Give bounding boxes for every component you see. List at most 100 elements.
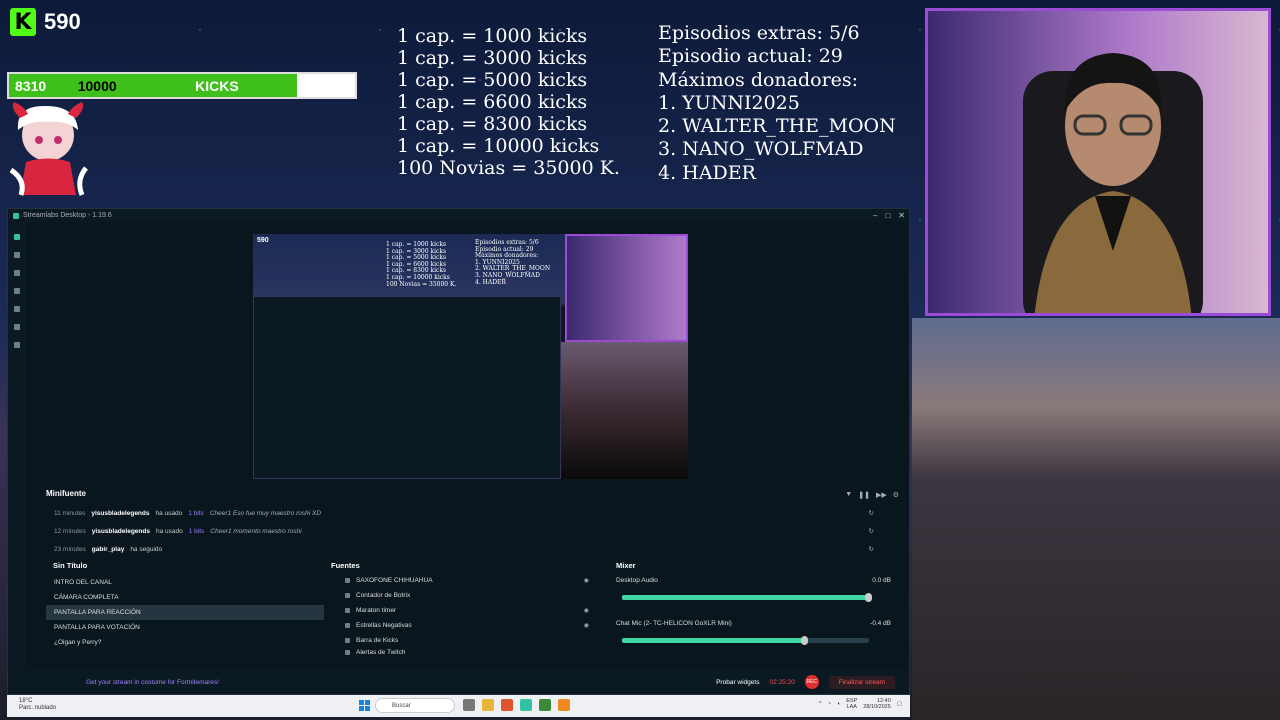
preview-rates: 1 cap. = 1000 kicks 1 cap. = 3000 kicks … xyxy=(386,241,456,288)
source-label: Estrellas Negativas xyxy=(356,622,412,629)
settings-icon[interactable]: ⚙ xyxy=(893,491,899,499)
rate-line: 1 cap. = 10000 kicks xyxy=(397,135,600,157)
replay-icon[interactable]: ↻ xyxy=(869,527,874,535)
kick-rates-list: 1 cap. = 1000 kicks 1 cap. = 3000 kicks … xyxy=(397,25,620,179)
scene-item[interactable]: CÁMARA COMPLETA xyxy=(46,590,324,605)
source-icon xyxy=(345,578,350,583)
close-icon[interactable]: ✕ xyxy=(898,211,905,220)
wifi-icon[interactable]: ◔ xyxy=(828,701,831,707)
feed-message: Cheer1 momento maestro roshi xyxy=(210,527,302,535)
pause-icon[interactable]: ❚❚ xyxy=(858,491,870,499)
feed-message: Cheer1 Eso fue muy maestro roshi XD xyxy=(209,509,322,517)
webcam-frame xyxy=(925,8,1271,316)
stream-timer: 02:25:20 xyxy=(769,678,795,686)
volume-icon[interactable]: ◖ xyxy=(837,701,840,707)
layout-icon[interactable] xyxy=(14,270,20,276)
source-item[interactable]: Maraton timer ◉ xyxy=(335,603,605,618)
volume-knob[interactable] xyxy=(865,593,872,602)
end-stream-button[interactable]: Finalizar stream xyxy=(828,675,895,689)
filter-icon[interactable]: ▼ xyxy=(845,491,852,499)
test-widgets-button[interactable]: Probar widgets xyxy=(716,679,759,686)
source-item[interactable]: SAXOFONE CHIHUAHUA ◉ xyxy=(335,573,605,588)
studio-mode-icon[interactable] xyxy=(14,252,20,258)
scene-item[interactable]: INTRO DEL CANAL xyxy=(46,575,324,590)
rate-line: 1 cap. = 5000 kicks xyxy=(397,69,588,91)
kicks-current: 8310 xyxy=(15,77,47,94)
tray-chevron-icon[interactable]: ^ xyxy=(819,701,822,707)
source-item[interactable]: Barra de Kicks xyxy=(335,633,605,648)
scene-item-selected[interactable]: PANTALLA PARA REACCIÓN xyxy=(46,605,324,620)
status-bar: Get your stream in costume for Fortnitem… xyxy=(26,670,909,694)
rate-line: 100 Novias = 35000 K. xyxy=(397,157,620,179)
stream-preview[interactable]: 590 1 cap. = 1000 kicks 1 cap. = 3000 ki… xyxy=(253,234,688,479)
rate-line: 1 cap. = 8300 kicks xyxy=(397,113,588,135)
rec-button[interactable]: REC xyxy=(804,675,819,689)
kick-counter: K 590 xyxy=(10,8,81,36)
language-indicator[interactable]: ESP LAA xyxy=(846,698,857,710)
scenes-list: INTRO DEL CANAL CÁMARA COMPLETA PANTALLA… xyxy=(46,575,324,650)
notifications-icon[interactable]: ▢ xyxy=(897,701,902,707)
skip-icon[interactable]: ▶▶ xyxy=(876,491,887,499)
minimize-icon[interactable]: – xyxy=(873,211,877,220)
brave-browser-icon[interactable] xyxy=(501,699,513,711)
source-item[interactable]: Contador de Botrix xyxy=(335,588,605,603)
app-icon[interactable] xyxy=(539,699,551,711)
feed-item: 23 minutes gabir_play ha seguido ↻ xyxy=(54,543,894,555)
promo-message[interactable]: Get your stream in costume for Fortnitem… xyxy=(86,679,219,686)
episode-line: Episodio actual: 29 xyxy=(658,45,843,68)
mixer-title: Mixer xyxy=(616,561,636,570)
folder-icon xyxy=(345,623,350,628)
episode-line: Episodios extras: 5/6 xyxy=(658,22,860,44)
source-label: Contador de Botrix xyxy=(356,592,411,599)
scene-item[interactable]: PANTALLA PARA VOTACIÓN xyxy=(46,620,324,635)
feed-action: ha usado xyxy=(155,509,183,517)
visibility-icon[interactable]: ◉ xyxy=(584,607,589,614)
vlc-icon[interactable] xyxy=(558,699,570,711)
file-explorer-icon[interactable] xyxy=(482,699,494,711)
weather-temp: 18°C xyxy=(19,698,33,704)
kick-logo-icon: K xyxy=(10,8,36,36)
streamlabs-icon[interactable] xyxy=(520,699,532,711)
visibility-icon[interactable]: ◉ xyxy=(584,577,589,584)
clock[interactable]: 12:40 28/10/2025 xyxy=(863,698,891,710)
volume-knob[interactable] xyxy=(800,636,808,645)
app-store-icon[interactable] xyxy=(14,306,20,312)
donor-line: 3. NANO_WOLFMAD xyxy=(658,138,864,161)
rate-line: 1 cap. = 1000 kicks xyxy=(397,25,588,47)
source-item[interactable]: Estrellas Negativas ◉ xyxy=(335,618,605,633)
weather-desc: Parc. nublado xyxy=(19,705,57,711)
volume-slider[interactable] xyxy=(622,593,872,602)
maximize-icon[interactable]: □ xyxy=(885,211,890,220)
source-label: Maraton timer xyxy=(356,607,397,614)
feed-user[interactable]: yisusbladelegends xyxy=(91,510,149,517)
scenes-title: Sin Título xyxy=(53,561,88,570)
search-box[interactable]: Buscar xyxy=(375,698,455,713)
weather-widget[interactable]: 18°C Parc. nublado xyxy=(19,698,56,712)
preview-background xyxy=(561,342,688,479)
task-view-icon[interactable] xyxy=(463,699,475,711)
feed-time: 23 minutes xyxy=(54,545,86,553)
feed-time: 12 minutes xyxy=(54,527,86,535)
volume-slider[interactable] xyxy=(622,636,869,645)
editor-icon[interactable] xyxy=(14,234,20,240)
feed-user[interactable]: gabir_play xyxy=(92,546,125,553)
visibility-icon[interactable]: ◉ xyxy=(584,622,589,629)
source-icon xyxy=(345,638,350,643)
scene-item[interactable]: ¿Oigan y Perry? xyxy=(46,635,324,650)
window-title: Streamlabs Desktop - 1.19.6 xyxy=(23,212,112,219)
feed-user[interactable]: yisusbladelegends xyxy=(92,528,150,535)
feed-action: ha seguido xyxy=(130,545,163,553)
themes-icon[interactable] xyxy=(14,288,20,294)
source-item[interactable]: Alertas de Twitch xyxy=(335,648,605,656)
feed-bits: 1 bits xyxy=(188,527,205,535)
window-titlebar[interactable]: Streamlabs Desktop - 1.19.6 xyxy=(8,209,909,222)
preview-episodes: Episodios extras: 5/6 Episodio actual: 2… xyxy=(475,239,550,286)
replay-icon[interactable]: ↻ xyxy=(869,545,874,553)
replay-icon[interactable]: ↻ xyxy=(869,509,874,517)
settings-icon[interactable] xyxy=(14,342,20,348)
highlighter-icon[interactable] xyxy=(14,324,20,330)
feed-item: 12 minutes yisusbladelegends ha usado 1 … xyxy=(54,525,894,537)
rate-line: 1 cap. = 3000 kicks xyxy=(397,47,588,69)
windows-start-icon[interactable] xyxy=(359,700,370,711)
source-label: SAXOFONE CHIHUAHUA xyxy=(356,577,433,584)
